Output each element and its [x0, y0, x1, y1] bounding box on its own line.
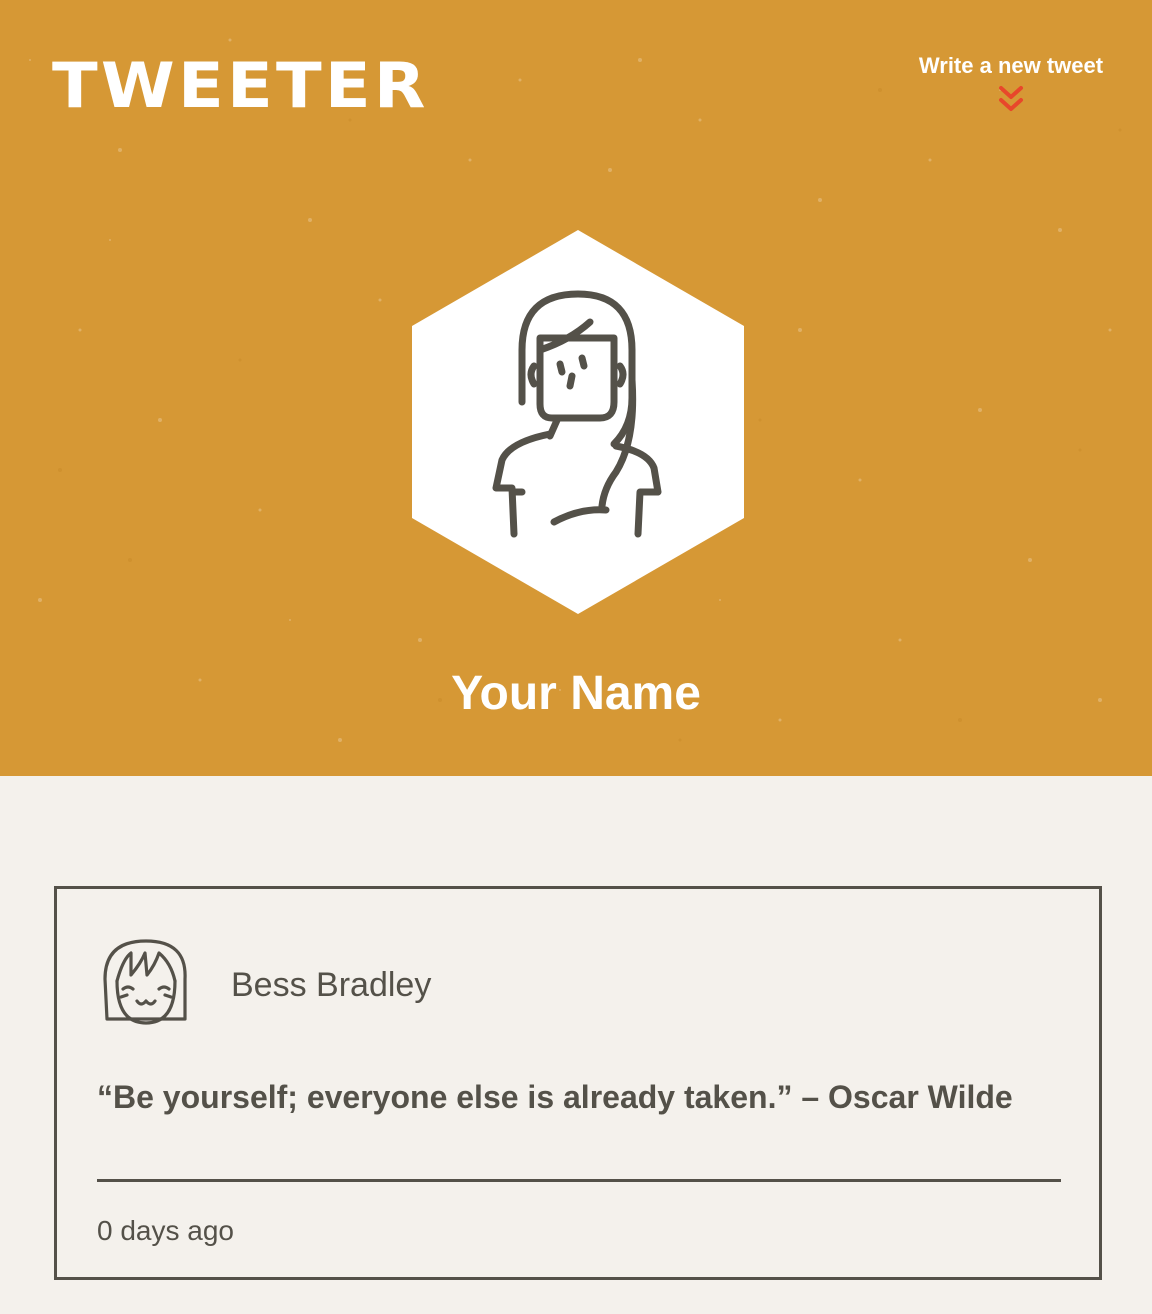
tweet-timestamp: 0 days ago — [97, 1215, 234, 1246]
write-new-tweet-label: Write a new tweet — [918, 53, 1104, 78]
tweet-content: “Be yourself; everyone else is already t… — [97, 1079, 1013, 1115]
profile-name: Your Name — [451, 667, 701, 720]
smiling-girl-avatar-icon — [103, 939, 187, 1025]
app-logo[interactable]: TWEETER — [52, 50, 429, 122]
tweet-author[interactable]: Bess Bradley — [231, 963, 431, 1007]
tweet-card: Bess Bradley “Be yourself; everyone else… — [54, 886, 1102, 1280]
woman-avatar-icon — [412, 230, 744, 614]
page-header: TWEETER Write a new tweet Your Name — [0, 0, 1152, 776]
chevron-double-down-icon — [999, 86, 1023, 111]
tweet-divider — [97, 1179, 1061, 1182]
write-new-tweet-button[interactable]: Write a new tweet — [900, 52, 1122, 116]
